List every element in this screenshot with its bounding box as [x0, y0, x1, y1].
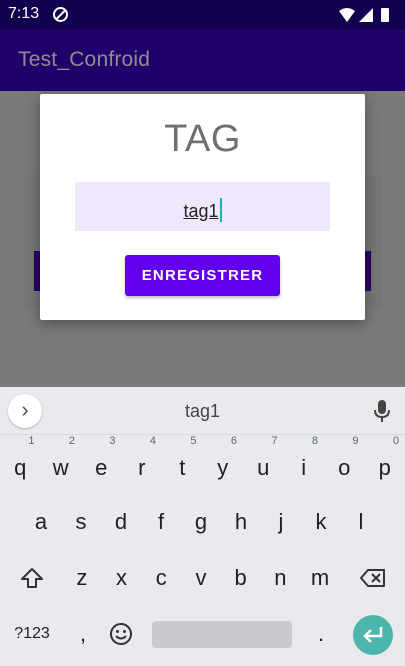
soft-keyboard: › tag1 q1w2e3r4t5y6u7i8o9p0 asdfghjkl zx… — [0, 387, 405, 666]
symbols-key[interactable]: ?123 — [6, 612, 58, 656]
key-hint: 9 — [352, 435, 359, 447]
key-q[interactable]: q1 — [0, 435, 41, 490]
key-label: f — [157, 509, 165, 534]
key-label: d — [114, 509, 128, 534]
microphone-icon[interactable] — [374, 399, 390, 423]
status-time: 7:13 — [8, 5, 40, 22]
emoji-key[interactable] — [104, 612, 138, 656]
key-hint: 1 — [28, 435, 35, 447]
key-l[interactable]: l — [341, 500, 381, 544]
shift-icon — [21, 568, 43, 588]
enter-icon — [363, 627, 383, 643]
key-c[interactable]: c — [141, 556, 181, 600]
backspace-icon — [360, 569, 385, 587]
key-n[interactable]: n — [261, 556, 301, 600]
key-label: g — [194, 509, 208, 534]
text-cursor — [219, 198, 222, 222]
do-not-disturb-icon — [53, 7, 68, 22]
key-label: w — [52, 455, 69, 480]
key-i[interactable]: i8 — [284, 435, 325, 490]
key-label: q — [14, 455, 27, 480]
save-button[interactable]: ENREGISTRER — [125, 255, 280, 296]
key-hint: 2 — [68, 435, 75, 447]
key-label: v — [195, 565, 207, 590]
shift-key[interactable] — [8, 556, 56, 600]
key-hint: 8 — [311, 435, 318, 447]
key-a[interactable]: a — [21, 500, 61, 544]
key-j[interactable]: j — [261, 500, 301, 544]
key-label: n — [274, 565, 287, 590]
key-label: k — [315, 509, 327, 534]
enter-key[interactable] — [353, 615, 393, 655]
key-d[interactable]: d — [101, 500, 141, 544]
key-hint: 7 — [271, 435, 278, 447]
period-key[interactable]: . — [304, 612, 338, 656]
key-label: p — [378, 455, 391, 480]
key-label: a — [34, 509, 48, 534]
background-button-edge-right — [364, 251, 371, 291]
tag-input-value: tag1 — [183, 201, 219, 221]
status-icons — [339, 8, 389, 22]
key-hint: 0 — [392, 435, 399, 447]
app-bar: Test_Confroid — [0, 29, 405, 91]
key-hint: 6 — [230, 435, 237, 447]
key-label: b — [234, 565, 247, 590]
signal-icon — [359, 8, 373, 22]
suggestion-word[interactable]: tag1 — [0, 401, 405, 422]
key-u[interactable]: u7 — [243, 435, 284, 490]
key-v[interactable]: v — [181, 556, 221, 600]
tag-input[interactable]: tag1 — [75, 182, 330, 231]
dialog-title: TAG — [164, 118, 241, 160]
app-title: Test_Confroid — [18, 48, 151, 71]
tag-dialog: TAG tag1 ENREGISTRER — [40, 94, 365, 320]
key-b[interactable]: b — [221, 556, 261, 600]
key-w[interactable]: w2 — [41, 435, 82, 490]
key-label: u — [257, 455, 270, 480]
key-label: h — [234, 509, 248, 534]
key-label: j — [278, 509, 284, 534]
wifi-icon — [339, 8, 355, 22]
key-label: r — [138, 455, 146, 480]
suggestion-bar: › tag1 — [0, 387, 405, 435]
key-hint: 4 — [149, 435, 156, 447]
key-p[interactable]: p0 — [365, 435, 405, 490]
key-label: o — [338, 455, 351, 480]
key-label: i — [301, 455, 307, 480]
comma-key[interactable]: , — [66, 612, 100, 656]
key-r[interactable]: r4 — [122, 435, 163, 490]
key-k[interactable]: k — [301, 500, 341, 544]
key-label: m — [310, 565, 330, 590]
key-f[interactable]: f — [141, 500, 181, 544]
key-m[interactable]: m — [300, 556, 340, 600]
key-label: t — [179, 455, 186, 480]
key-label: s — [75, 509, 87, 534]
key-o[interactable]: o9 — [324, 435, 365, 490]
key-label: c — [155, 565, 167, 590]
emoji-icon — [110, 623, 132, 645]
key-s[interactable]: s — [61, 500, 101, 544]
key-g[interactable]: g — [181, 500, 221, 544]
key-label: x — [116, 565, 128, 590]
battery-icon — [381, 8, 389, 22]
backspace-key[interactable] — [351, 556, 395, 600]
key-hint: 3 — [109, 435, 116, 447]
key-label: l — [358, 509, 364, 534]
key-label: y — [217, 455, 229, 480]
key-label: e — [95, 455, 108, 480]
key-x[interactable]: x — [102, 556, 142, 600]
key-e[interactable]: e3 — [81, 435, 122, 490]
space-key[interactable] — [152, 621, 292, 648]
key-h[interactable]: h — [221, 500, 261, 544]
key-t[interactable]: t5 — [162, 435, 203, 490]
key-y[interactable]: y6 — [203, 435, 244, 490]
key-hint: 5 — [190, 435, 197, 447]
key-z[interactable]: z — [62, 556, 102, 600]
status-bar: 7:13 — [0, 0, 405, 29]
key-label: z — [76, 565, 88, 590]
